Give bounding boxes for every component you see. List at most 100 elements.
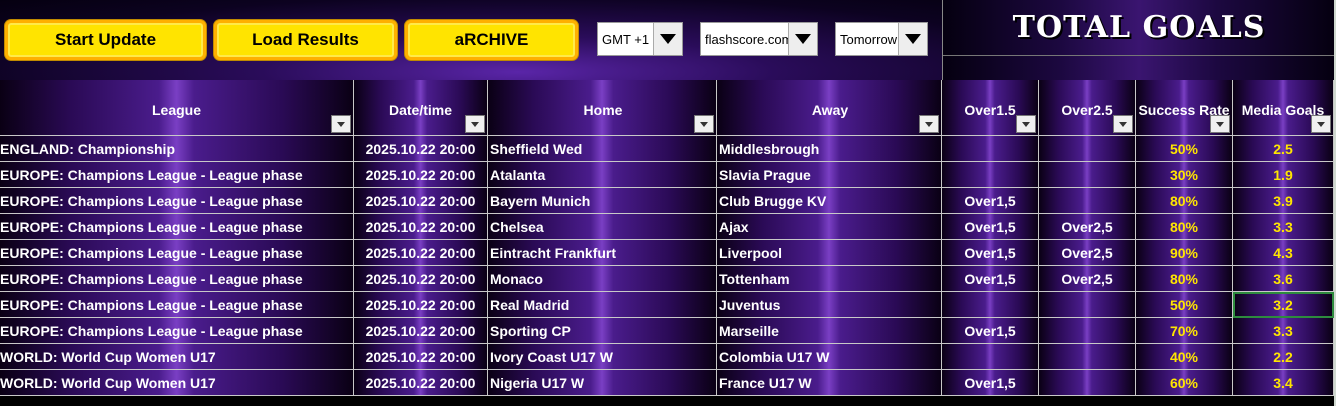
cell-o25[interactable]: Over2,5 xyxy=(1039,266,1136,292)
day-dropdown[interactable]: Tomorrow xyxy=(835,22,928,56)
filter-icon[interactable] xyxy=(1311,115,1331,133)
cell-mg[interactable]: 2.5 xyxy=(1233,136,1334,162)
cell-o25[interactable] xyxy=(1039,162,1136,188)
cell-home[interactable]: Eintracht Frankfurt xyxy=(488,240,717,266)
cell-league[interactable]: WORLD: World Cup Women U17 xyxy=(0,344,354,370)
cell-league[interactable]: EUROPE: Champions League - League phase xyxy=(0,214,354,240)
table-row: EUROPE: Champions League - League phase 2… xyxy=(0,318,1334,344)
archive-button[interactable]: aRCHIVE xyxy=(405,20,578,60)
cell-o15[interactable]: Over1,5 xyxy=(942,240,1039,266)
cell-o15[interactable]: Over1,5 xyxy=(942,188,1039,214)
cell-sr[interactable]: 70% xyxy=(1136,318,1233,344)
chevron-down-icon[interactable] xyxy=(898,23,927,55)
cell-home[interactable]: Ivory Coast U17 W xyxy=(488,344,717,370)
cell-home[interactable]: Sporting CP xyxy=(488,318,717,344)
cell-date[interactable]: 2025.10.22 20:00 xyxy=(354,240,488,266)
cell-home[interactable]: Sheffield Wed xyxy=(488,136,717,162)
cell-sr[interactable]: 50% xyxy=(1136,292,1233,318)
cell-league[interactable]: ENGLAND: Championship xyxy=(0,136,354,162)
cell-date[interactable]: 2025.10.22 20:00 xyxy=(354,266,488,292)
cell-sr[interactable]: 80% xyxy=(1136,188,1233,214)
cell-mg[interactable]: 3.4 xyxy=(1233,370,1334,396)
cell-o15[interactable] xyxy=(942,136,1039,162)
cell-date[interactable]: 2025.10.22 20:00 xyxy=(354,318,488,344)
cell-away[interactable]: Tottenham xyxy=(717,266,942,292)
cell-mg[interactable]: 1.9 xyxy=(1233,162,1334,188)
cell-sr[interactable]: 90% xyxy=(1136,240,1233,266)
cell-o25[interactable] xyxy=(1039,370,1136,396)
cell-league[interactable]: EUROPE: Champions League - League phase xyxy=(0,240,354,266)
cell-date[interactable]: 2025.10.22 20:00 xyxy=(354,188,488,214)
cell-sr[interactable]: 60% xyxy=(1136,370,1233,396)
cell-home[interactable]: Nigeria U17 W xyxy=(488,370,717,396)
cell-league[interactable]: EUROPE: Champions League - League phase xyxy=(0,318,354,344)
chevron-down-icon[interactable] xyxy=(653,23,682,55)
cell-mg[interactable]: 4.3 xyxy=(1233,240,1334,266)
cell-date[interactable]: 2025.10.22 20:00 xyxy=(354,162,488,188)
filter-icon[interactable] xyxy=(1113,115,1133,133)
cell-sr[interactable]: 80% xyxy=(1136,214,1233,240)
cell-sr[interactable]: 30% xyxy=(1136,162,1233,188)
cell-mg[interactable]: 2.2 xyxy=(1233,344,1334,370)
cell-mg[interactable]: 3.6 xyxy=(1233,266,1334,292)
filter-icon[interactable] xyxy=(1210,115,1230,133)
cell-mg[interactable]: 3.2 xyxy=(1233,292,1334,318)
filter-icon[interactable] xyxy=(1016,115,1036,133)
cell-o15[interactable]: Over1,5 xyxy=(942,370,1039,396)
cell-o25[interactable] xyxy=(1039,136,1136,162)
cell-mg[interactable]: 3.9 xyxy=(1233,188,1334,214)
cell-league[interactable]: EUROPE: Champions League - League phase xyxy=(0,266,354,292)
cell-away[interactable]: Slavia Prague xyxy=(717,162,942,188)
chevron-down-icon[interactable] xyxy=(788,23,817,55)
table-header: League Date/time Home Away Over1.5 Over2… xyxy=(0,80,1334,136)
cell-o25[interactable] xyxy=(1039,292,1136,318)
cell-sr[interactable]: 80% xyxy=(1136,266,1233,292)
cell-home[interactable]: Bayern Munich xyxy=(488,188,717,214)
title-panel: TOTAL GOALS xyxy=(942,0,1335,80)
cell-sr[interactable]: 50% xyxy=(1136,136,1233,162)
cell-o25[interactable]: Over2,5 xyxy=(1039,240,1136,266)
cell-o15[interactable] xyxy=(942,292,1039,318)
start-update-button[interactable]: Start Update xyxy=(5,20,206,60)
cell-o15[interactable]: Over1,5 xyxy=(942,318,1039,344)
cell-home[interactable]: Real Madrid xyxy=(488,292,717,318)
cell-away[interactable]: Club Brugge KV xyxy=(717,188,942,214)
cell-home[interactable]: Atalanta xyxy=(488,162,717,188)
cell-away[interactable]: Juventus xyxy=(717,292,942,318)
cell-league[interactable]: EUROPE: Champions League - League phase xyxy=(0,162,354,188)
filter-icon[interactable] xyxy=(465,115,485,133)
filter-icon[interactable] xyxy=(694,115,714,133)
cell-home[interactable]: Chelsea xyxy=(488,214,717,240)
cell-o25[interactable] xyxy=(1039,188,1136,214)
cell-league[interactable]: EUROPE: Champions League - League phase xyxy=(0,188,354,214)
cell-away[interactable]: Marseille xyxy=(717,318,942,344)
cell-home[interactable]: Monaco xyxy=(488,266,717,292)
source-dropdown[interactable]: flashscore.com xyxy=(700,22,818,56)
cell-league[interactable]: EUROPE: Champions League - League phase xyxy=(0,292,354,318)
load-results-button[interactable]: Load Results xyxy=(214,20,397,60)
cell-mg[interactable]: 3.3 xyxy=(1233,318,1334,344)
cell-date[interactable]: 2025.10.22 20:00 xyxy=(354,370,488,396)
cell-date[interactable]: 2025.10.22 20:00 xyxy=(354,292,488,318)
timezone-dropdown[interactable]: GMT +1 xyxy=(597,22,683,56)
cell-o25[interactable] xyxy=(1039,318,1136,344)
cell-o15[interactable] xyxy=(942,162,1039,188)
cell-date[interactable]: 2025.10.22 20:00 xyxy=(354,214,488,240)
cell-o15[interactable] xyxy=(942,344,1039,370)
cell-sr[interactable]: 40% xyxy=(1136,344,1233,370)
cell-away[interactable]: France U17 W xyxy=(717,370,942,396)
cell-date[interactable]: 2025.10.22 20:00 xyxy=(354,136,488,162)
cell-date[interactable]: 2025.10.22 20:00 xyxy=(354,344,488,370)
cell-away[interactable]: Liverpool xyxy=(717,240,942,266)
cell-away[interactable]: Colombia U17 W xyxy=(717,344,942,370)
cell-o15[interactable]: Over1,5 xyxy=(942,266,1039,292)
cell-mg[interactable]: 3.3 xyxy=(1233,214,1334,240)
cell-away[interactable]: Ajax xyxy=(717,214,942,240)
filter-icon[interactable] xyxy=(919,115,939,133)
cell-o15[interactable]: Over1,5 xyxy=(942,214,1039,240)
cell-o25[interactable]: Over2,5 xyxy=(1039,214,1136,240)
cell-league[interactable]: WORLD: World Cup Women U17 xyxy=(0,370,354,396)
cell-o25[interactable] xyxy=(1039,344,1136,370)
filter-icon[interactable] xyxy=(331,115,351,133)
cell-away[interactable]: Middlesbrough xyxy=(717,136,942,162)
